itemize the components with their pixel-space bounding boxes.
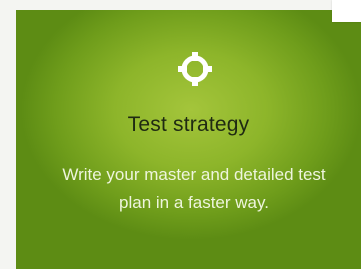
crosshair-target-icon [177, 51, 213, 87]
feature-card-test-strategy[interactable]: Test strategy Write your master and deta… [16, 10, 361, 269]
adjacent-card-corner [332, 0, 361, 22]
feature-description: Write your master and detailed test plan… [62, 165, 326, 212]
feature-title: Test strategy [127, 113, 250, 136]
